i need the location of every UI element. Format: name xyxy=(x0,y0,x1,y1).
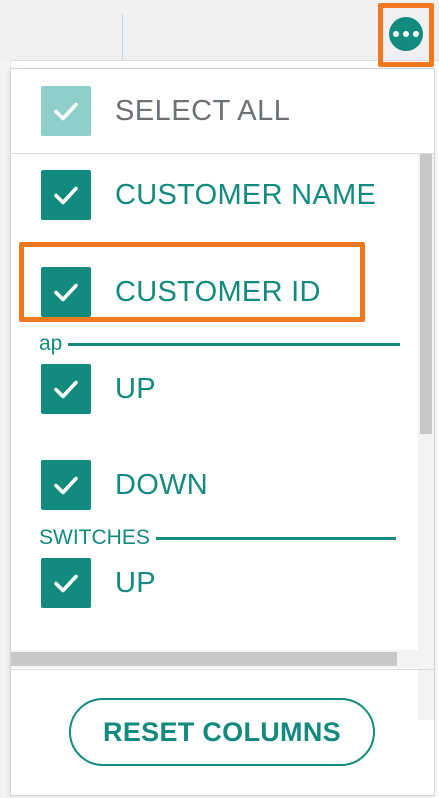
checkmark-icon xyxy=(54,476,78,495)
column-item-customer-id[interactable]: CUSTOMER ID xyxy=(41,267,321,317)
more-options-button[interactable] xyxy=(389,17,423,51)
vertical-scrollbar-thumb[interactable] xyxy=(420,154,432,434)
group-header-switches: SWITCHES xyxy=(39,526,396,550)
column-checkbox[interactable] xyxy=(41,170,91,220)
column-chooser-popup: SELECT ALL CUSTOMER NAME CUSTOMER ID ap xyxy=(10,68,435,796)
group-divider xyxy=(68,342,401,346)
column-item-switches-up[interactable]: UP xyxy=(41,558,156,608)
vertical-scrollbar[interactable] xyxy=(418,154,434,720)
column-item-ap-down[interactable]: DOWN xyxy=(41,460,208,510)
column-item-label: UP xyxy=(115,566,156,599)
column-item-label: UP xyxy=(115,372,156,405)
column-item-ap-up[interactable]: UP xyxy=(41,364,156,414)
group-divider xyxy=(155,536,396,540)
column-item-label: CUSTOMER NAME xyxy=(115,178,377,211)
horizontal-scrollbar[interactable] xyxy=(11,650,434,668)
column-checkbox[interactable] xyxy=(41,558,91,608)
group-label: SWITCHES xyxy=(39,526,150,549)
select-all-checkbox[interactable] xyxy=(41,86,91,136)
column-item-label: CUSTOMER ID xyxy=(115,275,321,308)
group-label: ap xyxy=(39,332,63,355)
checkmark-icon xyxy=(54,186,78,205)
column-list[interactable]: CUSTOMER NAME CUSTOMER ID ap UP DOWN SWI… xyxy=(11,154,434,720)
group-header-ap: ap xyxy=(39,332,401,356)
select-all-row[interactable]: SELECT ALL xyxy=(11,69,434,154)
checkmark-icon xyxy=(54,574,78,593)
popup-footer: RESET COLUMNS xyxy=(11,669,434,796)
horizontal-scrollbar-thumb[interactable] xyxy=(11,652,397,666)
column-item-label: DOWN xyxy=(115,468,209,501)
checkmark-icon xyxy=(54,283,78,302)
column-item-customer-name[interactable]: CUSTOMER NAME xyxy=(41,170,376,220)
column-checkbox[interactable] xyxy=(41,460,91,510)
more-horizontal-icon xyxy=(393,31,419,37)
column-checkbox[interactable] xyxy=(41,364,91,414)
checkmark-icon xyxy=(54,102,78,121)
select-all-label: SELECT ALL xyxy=(115,94,291,127)
column-checkbox[interactable] xyxy=(41,267,91,317)
table-header-background xyxy=(0,0,439,61)
checkmark-icon xyxy=(54,380,78,399)
reset-columns-button[interactable]: RESET COLUMNS xyxy=(69,698,375,766)
column-divider xyxy=(122,14,123,60)
